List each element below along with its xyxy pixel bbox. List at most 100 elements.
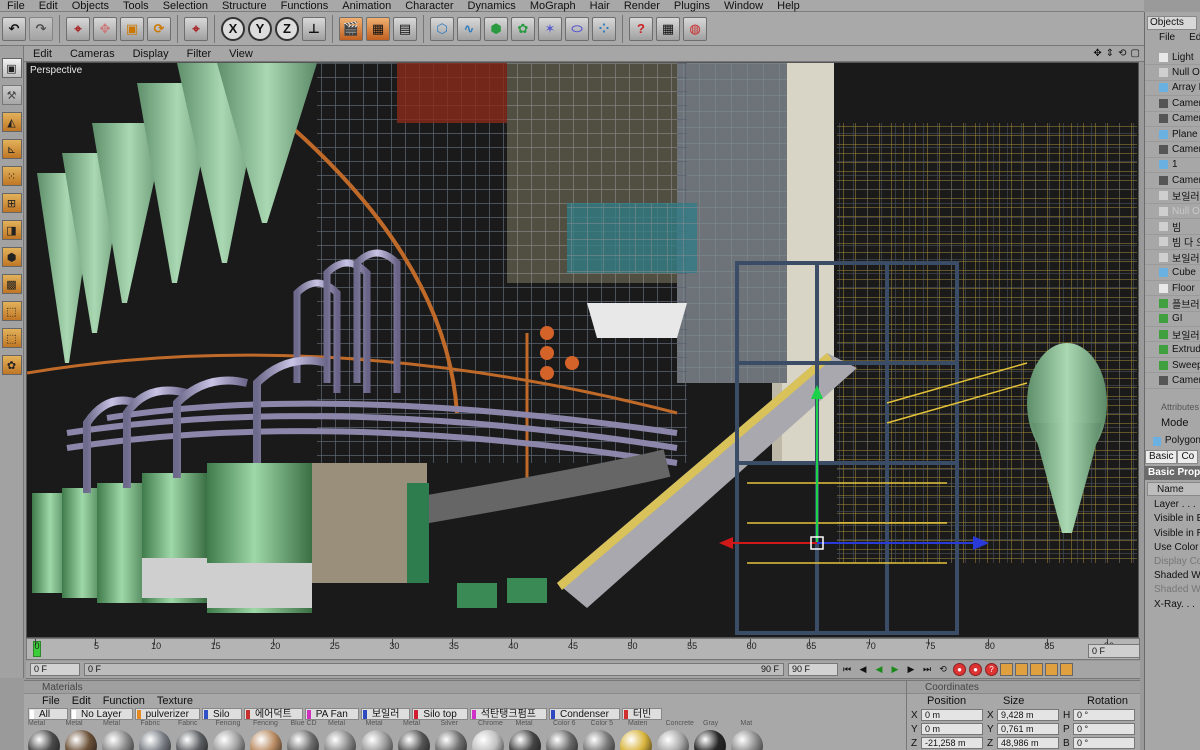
attribute-row[interactable]: Visible in R <box>1145 527 1200 541</box>
preview-range-slider[interactable]: 0 F 90 F <box>84 663 784 676</box>
current-frame-field[interactable]: 0 F <box>1088 644 1140 658</box>
attributes-tab[interactable]: Attributes <box>1145 400 1200 414</box>
material-swatch[interactable] <box>694 730 726 750</box>
object-list-item[interactable]: 빔 다 오 <box>1145 235 1200 251</box>
material-layer-tab[interactable]: pulverizer <box>134 708 200 720</box>
tab-coordinates[interactable]: Co <box>1177 450 1199 464</box>
menu-edit[interactable]: Edit <box>32 0 65 12</box>
use-edges-tool-icon[interactable]: ⊞ <box>1 193 22 213</box>
inverse-kinematics-icon[interactable]: ⬚ <box>1 301 22 321</box>
material-layer-tab[interactable]: 보일러 <box>360 708 411 720</box>
go-to-start-icon[interactable]: ⏮ <box>840 663 854 676</box>
material-layer-tab[interactable]: 에어덕트 <box>243 708 303 720</box>
material-swatch[interactable] <box>65 730 97 750</box>
rotation-field[interactable]: 0 ° <box>1073 723 1135 735</box>
object-list-item[interactable]: 보일러 <box>1145 189 1200 204</box>
object-list-item[interactable]: 1 <box>1145 158 1200 174</box>
material-layer-tab[interactable]: 석탄탱크펌프 <box>469 708 547 720</box>
world-axis-icon[interactable]: ⊥ <box>302 16 326 41</box>
tab-basic[interactable]: Basic <box>1145 450 1178 464</box>
object-list-item[interactable]: Camera <box>1145 142 1200 158</box>
viewport-menu-display[interactable]: Display <box>124 48 178 60</box>
object-list-item[interactable]: 보일러 <box>1145 250 1200 266</box>
use-points-tool-icon[interactable]: ⁙ <box>1 166 22 186</box>
position-field[interactable]: 0 m <box>921 709 983 721</box>
menu-help[interactable]: Help <box>770 0 807 12</box>
calculator-icon[interactable]: ▦ <box>656 16 680 41</box>
menu-selection[interactable]: Selection <box>156 0 215 12</box>
environment-icon[interactable]: ⬭ <box>565 16 589 41</box>
material-layer-tab[interactable]: PA Fan <box>304 708 359 720</box>
viewport-menu-view[interactable]: View <box>220 48 262 60</box>
attribute-row[interactable]: X-Ray. . . <box>1145 598 1200 612</box>
use-texture-tool-icon[interactable]: ◭ <box>1 112 22 132</box>
material-swatch[interactable] <box>324 730 356 750</box>
object-list-item[interactable]: Null Ob <box>1145 204 1200 220</box>
loop-icon[interactable]: ⟲ <box>936 663 950 676</box>
menu-window[interactable]: Window <box>717 0 770 12</box>
object-list-item[interactable]: Camera <box>1145 112 1200 127</box>
material-swatch[interactable] <box>176 730 208 750</box>
redo-icon[interactable]: ↷ <box>29 16 53 41</box>
object-list-item[interactable]: Floor <box>1145 281 1200 297</box>
use-texture-axis-icon[interactable]: ⊾ <box>1 139 22 159</box>
web-browser-icon[interactable]: ◍ <box>683 16 707 41</box>
menu-hair[interactable]: Hair <box>583 0 617 12</box>
menu-structure[interactable]: Structure <box>215 0 274 12</box>
object-list-item[interactable]: Camera <box>1145 96 1200 112</box>
render-view-icon[interactable]: 🎬 <box>339 16 363 41</box>
menu-animation[interactable]: Animation <box>335 0 398 12</box>
material-swatch[interactable] <box>398 730 430 750</box>
position-field[interactable]: 0 m <box>921 723 983 735</box>
animation-mode-icon[interactable]: ⬢ <box>1 247 22 267</box>
viewport-menu-cameras[interactable]: Cameras <box>61 48 124 60</box>
y-axis-lock-button[interactable]: Y <box>248 16 272 41</box>
perspective-viewport[interactable]: Perspective <box>26 62 1139 638</box>
keyframe-selection-icon[interactable]: ? <box>985 663 998 676</box>
material-menu-edit[interactable]: Edit <box>72 695 103 707</box>
material-layer-tab[interactable]: No Layer <box>70 708 133 720</box>
live-select-icon[interactable]: ⌖ <box>66 16 90 41</box>
menu-functions[interactable]: Functions <box>274 0 336 12</box>
attribute-row[interactable]: Layer . . . <box>1145 498 1200 512</box>
move-view-icon[interactable]: ✥ <box>1093 48 1101 59</box>
material-swatch[interactable] <box>361 730 393 750</box>
size-field[interactable]: 0,761 m <box>997 723 1059 735</box>
render-settings-icon[interactable]: ▤ <box>393 16 417 41</box>
play-forwards-icon[interactable]: ▶ <box>888 663 902 676</box>
maximize-view-icon[interactable]: ▢ <box>1131 48 1140 59</box>
x-axis-lock-button[interactable]: X <box>221 16 245 41</box>
material-layer-tab[interactable]: 터빈 <box>621 708 663 720</box>
cube-primitive-icon[interactable]: ⬡ <box>430 16 454 41</box>
material-layer-tab[interactable]: All <box>28 708 68 720</box>
previous-frame-icon[interactable]: ◀ <box>856 663 870 676</box>
object-list-item[interactable]: Plane <box>1145 127 1200 143</box>
rotate-tool-icon[interactable]: ⟳ <box>147 16 171 41</box>
rotate-view-icon[interactable]: ⟲ <box>1118 48 1126 59</box>
coordinate-system-icon[interactable]: ⌖ <box>184 16 208 41</box>
material-layer-tab[interactable]: Silo <box>201 708 242 720</box>
use-model-tool-icon[interactable]: ▣ <box>1 58 22 78</box>
rotation-field[interactable]: 0 ° <box>1073 709 1135 721</box>
position-field[interactable]: -21,258 m <box>921 737 983 749</box>
undo-icon[interactable]: ↶ <box>2 16 26 41</box>
material-swatch[interactable] <box>250 730 282 750</box>
spline-icon[interactable]: ∿ <box>457 16 481 41</box>
use-polygons-tool-icon[interactable]: ◨ <box>1 220 22 240</box>
material-swatch[interactable] <box>731 730 763 750</box>
object-list-item[interactable]: Sweep <box>1145 358 1200 374</box>
workplane-icon[interactable]: ⬚ <box>1 328 22 348</box>
material-layer-tab[interactable]: Silo top <box>412 708 468 720</box>
key-rotation-icon[interactable] <box>1030 663 1043 676</box>
attribute-row[interactable]: Display Co <box>1145 555 1200 569</box>
array-icon[interactable]: ✿ <box>511 16 535 41</box>
material-swatch[interactable] <box>28 730 60 750</box>
nurbs-icon[interactable]: ⬢ <box>484 16 508 41</box>
attribute-row[interactable]: Use Color <box>1145 541 1200 555</box>
next-frame-icon[interactable]: ▶ <box>904 663 918 676</box>
z-axis-lock-button[interactable]: Z <box>275 16 299 41</box>
solo-mode-icon[interactable]: ✿ <box>1 355 22 375</box>
help-pointer-icon[interactable]: ? <box>629 16 653 41</box>
object-list-item[interactable]: 빔 <box>1145 219 1200 235</box>
material-swatch[interactable] <box>102 730 134 750</box>
